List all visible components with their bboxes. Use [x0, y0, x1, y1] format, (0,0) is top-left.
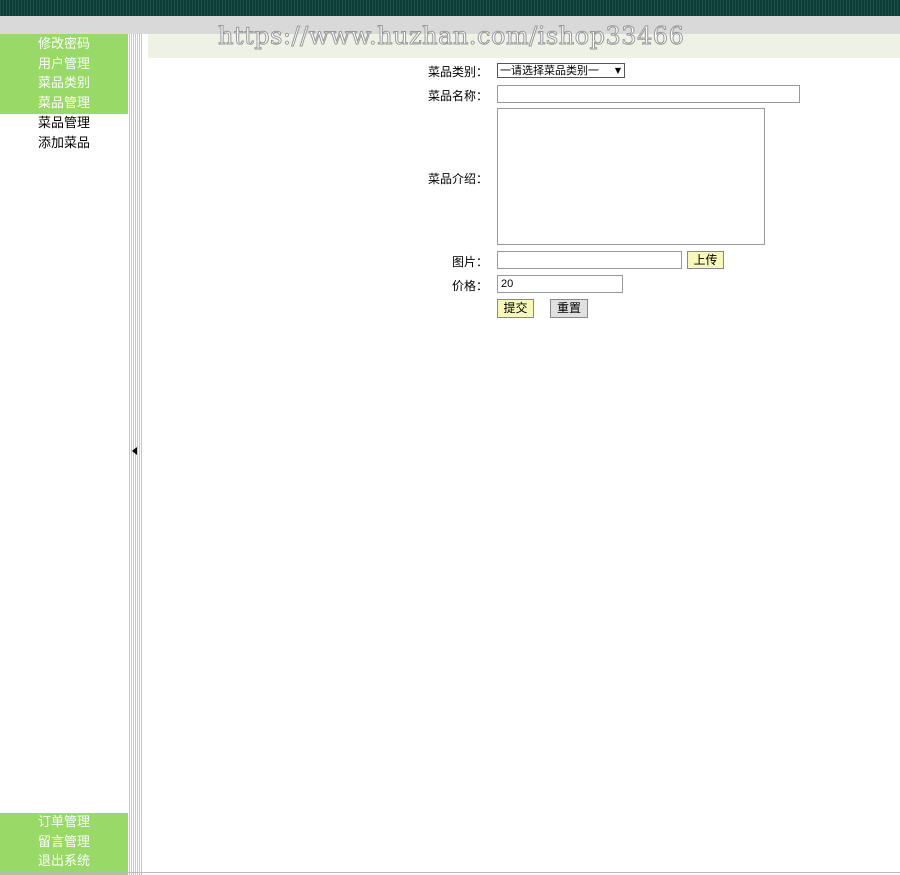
sidebar: 修改密码 用户管理 菜品类别 菜品管理 菜品管理 添加菜品 订单管理 留言管理 … [0, 34, 128, 875]
sidebar-menu-bottom: 订单管理 留言管理 退出系统 [0, 813, 128, 875]
price-input[interactable] [497, 275, 623, 293]
category-select-value: 一请选择菜品类别一 [500, 64, 599, 77]
submenu-item-dish-management[interactable]: 菜品管理 [0, 114, 128, 134]
collapse-arrow-icon[interactable] [132, 447, 137, 455]
sidebar-item-dish-management[interactable]: 菜品管理 [0, 94, 128, 114]
dish-name-input[interactable] [497, 85, 800, 103]
top-banner [0, 0, 900, 16]
sidebar-item-logout[interactable]: 退出系统 [0, 852, 128, 872]
sidebar-item-message-management[interactable]: 留言管理 [0, 833, 128, 853]
price-label: 价格： [451, 279, 488, 293]
sidebar-item-order-management[interactable]: 订单管理 [0, 813, 128, 833]
sidebar-item-dish-category[interactable]: 菜品类别 [0, 74, 128, 94]
sidebar-item-user-management[interactable]: 用户管理 [0, 55, 128, 75]
submenu-item-add-dish[interactable]: 添加菜品 [0, 134, 128, 154]
dish-intro-textarea[interactable] [497, 108, 765, 245]
bottom-border [0, 872, 900, 873]
watermark-text: https://www.huzhan.com/ishop33466 [217, 22, 685, 51]
image-label: 图片： [451, 255, 488, 269]
chevron-down-icon: ▼ [614, 66, 621, 75]
submit-button[interactable]: 提交 [497, 299, 534, 318]
upload-button[interactable]: 上传 [687, 251, 724, 269]
category-select[interactable]: 一请选择菜品类别一 ▼ [497, 63, 625, 78]
image-path-input[interactable] [497, 251, 682, 269]
sidebar-menu-top: 修改密码 用户管理 菜品类别 菜品管理 [0, 34, 128, 114]
sidebar-submenu: 菜品管理 添加菜品 [0, 114, 128, 153]
reset-button[interactable]: 重置 [550, 299, 588, 318]
sidebar-item-change-password[interactable]: 修改密码 [0, 35, 128, 55]
dish-intro-label: 菜品介绍： [427, 172, 488, 186]
category-label: 菜品类别： [427, 65, 488, 79]
dish-name-label: 菜品名称： [427, 89, 488, 103]
